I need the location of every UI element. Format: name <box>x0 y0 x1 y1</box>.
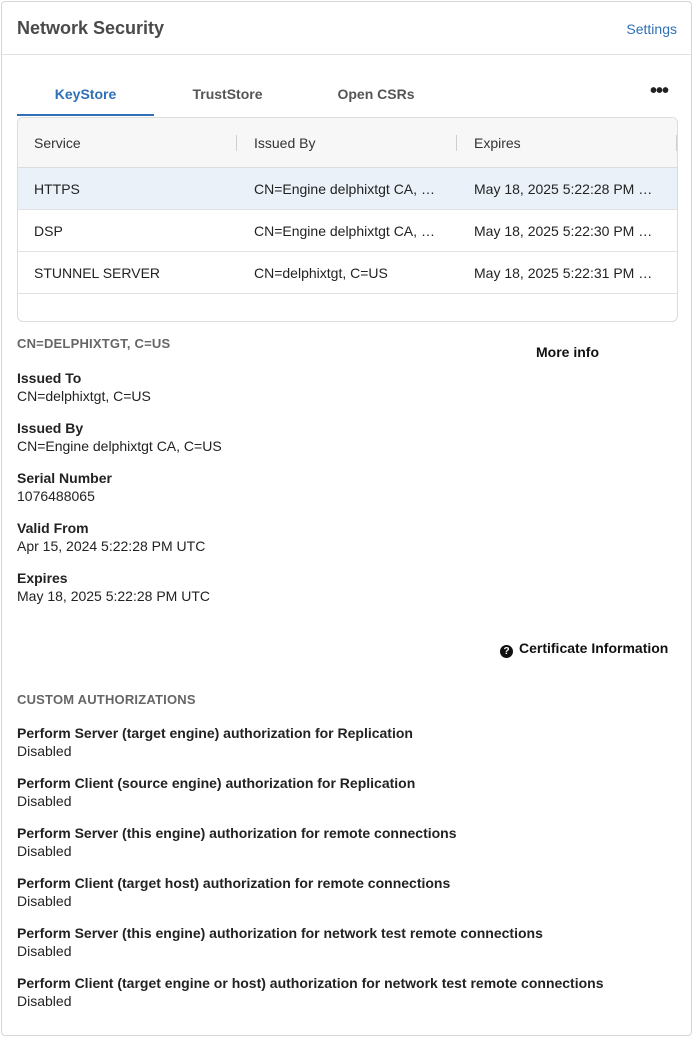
certificate-tabs: KeyStore TrustStore Open CSRs ••• <box>17 78 677 116</box>
cell-service: STUNNEL SERVER <box>34 265 161 281</box>
cell-expires: May 18, 2025 5:22:31 PM UTC <box>474 265 656 281</box>
cell-expires: May 18, 2025 5:22:30 PM UTC <box>474 223 656 239</box>
table-row[interactable]: STUNNEL SERVER CN=delphixtgt, C=US May 1… <box>18 252 677 294</box>
table-row[interactable]: DSP CN=Engine delphixtgt CA, C=US May 18… <box>18 210 677 252</box>
more-info-button[interactable]: More info <box>536 344 599 360</box>
field-value: CN=Engine delphixtgt CA, C=US <box>17 438 222 454</box>
cell-issued-by: CN=Engine delphixtgt CA, C=US <box>254 223 436 239</box>
cell-service: HTTPS <box>34 181 80 197</box>
certificate-information-label: Certificate Information <box>519 640 669 656</box>
authorization-label: Perform Server (this engine) authorizati… <box>17 825 457 841</box>
column-header-issued-by[interactable]: Issued By <box>254 135 436 151</box>
authorization-value: Disabled <box>17 893 72 909</box>
column-divider[interactable] <box>676 135 677 151</box>
authorization-item: Perform Client (target host) authorizati… <box>17 874 450 910</box>
authorization-label: Perform Server (this engine) authorizati… <box>17 925 543 941</box>
field-value: May 18, 2025 5:22:28 PM UTC <box>17 588 210 604</box>
certificates-table: Service Issued By Expires HTTPS CN=Engin… <box>17 117 678 322</box>
field-valid-from: Valid From Apr 15, 2024 5:22:28 PM UTC <box>17 519 205 555</box>
column-header-expires[interactable]: Expires <box>474 135 656 151</box>
authorization-label: Perform Client (target host) authorizati… <box>17 875 451 891</box>
column-divider[interactable] <box>236 135 237 151</box>
field-label: Expires <box>17 570 68 586</box>
column-divider[interactable] <box>456 135 457 151</box>
field-label: Issued To <box>17 370 82 386</box>
certificate-heading: CN=DELPHIXTGT, C=US <box>17 336 171 351</box>
table-row[interactable]: HTTPS CN=Engine delphixtgt CA, C=US May … <box>18 168 677 210</box>
cell-service: DSP <box>34 223 63 239</box>
card-header: Network Security Settings <box>2 2 691 55</box>
authorization-item: Perform Server (target engine) authoriza… <box>17 724 413 760</box>
tab-keystore[interactable]: KeyStore <box>17 78 154 116</box>
field-value: Apr 15, 2024 5:22:28 PM UTC <box>17 538 206 554</box>
authorization-item: Perform Client (target engine or host) a… <box>17 974 604 1010</box>
field-issued-to: Issued To CN=delphixtgt, C=US <box>17 369 151 405</box>
authorization-value: Disabled <box>17 743 72 759</box>
help-circle-icon: ? <box>500 645 513 658</box>
authorization-label: Perform Server (target engine) authoriza… <box>17 725 413 741</box>
authorization-value: Disabled <box>17 793 72 809</box>
field-label: Serial Number <box>17 470 112 486</box>
page-title: Network Security <box>17 18 165 38</box>
field-label: Valid From <box>17 520 89 536</box>
cell-expires: May 18, 2025 5:22:28 PM UTC <box>474 181 656 197</box>
authorization-item: Perform Server (this engine) authorizati… <box>17 924 543 960</box>
authorization-label: Perform Client (target engine or host) a… <box>17 975 604 991</box>
field-issued-by: Issued By CN=Engine delphixtgt CA, C=US <box>17 419 222 455</box>
authorization-value: Disabled <box>17 993 72 1009</box>
more-horizontal-icon[interactable]: ••• <box>647 81 671 104</box>
authorization-value: Disabled <box>17 843 72 859</box>
cell-issued-by: CN=Engine delphixtgt CA, C=US <box>254 181 436 197</box>
cell-issued-by: CN=delphixtgt, C=US <box>254 265 388 281</box>
field-serial-number: Serial Number 1076488065 <box>17 469 112 505</box>
network-security-card: Network Security Settings KeyStore Trust… <box>1 1 692 1036</box>
field-value: 1076488065 <box>17 488 95 504</box>
field-label: Issued By <box>17 420 84 436</box>
field-value: CN=delphixtgt, C=US <box>17 388 151 404</box>
tab-open-csrs[interactable]: Open CSRs <box>301 78 451 116</box>
authorization-label: Perform Client (source engine) authoriza… <box>17 775 416 791</box>
certificate-information-button[interactable]: ? Certificate Information <box>500 640 668 658</box>
authorization-item: Perform Client (source engine) authoriza… <box>17 774 415 810</box>
authorization-value: Disabled <box>17 943 72 959</box>
field-expires: Expires May 18, 2025 5:22:28 PM UTC <box>17 569 210 605</box>
column-header-service[interactable]: Service <box>34 135 234 151</box>
tab-truststore[interactable]: TrustStore <box>154 78 301 116</box>
settings-link[interactable]: Settings <box>626 21 677 37</box>
custom-authorizations-heading: CUSTOM AUTHORIZATIONS <box>17 692 196 707</box>
authorization-item: Perform Server (this engine) authorizati… <box>17 824 457 860</box>
table-header: Service Issued By Expires <box>18 118 677 168</box>
